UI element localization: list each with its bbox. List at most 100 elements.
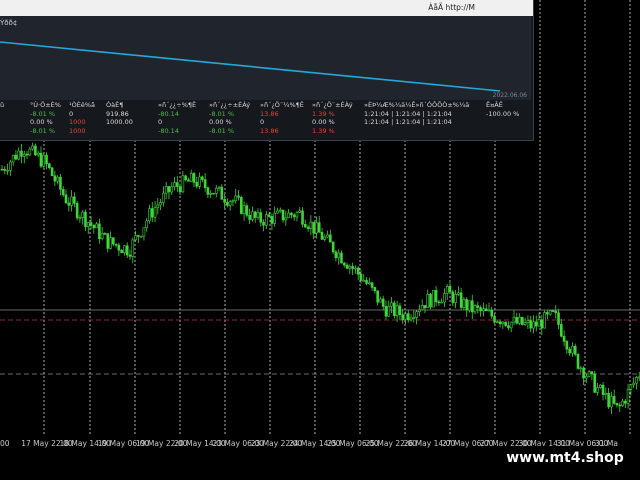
equity-graph-date: 2022.06.06: [492, 92, 527, 99]
candle-body: [323, 236, 327, 240]
candle-body: [568, 348, 571, 354]
candle-body: [273, 212, 276, 224]
candle-body: [373, 287, 377, 292]
stats-cell: 0: [260, 118, 265, 126]
candle-body: [571, 345, 574, 354]
candle-body: [320, 232, 324, 240]
candle-body: [379, 298, 382, 303]
candle-body: [106, 233, 110, 249]
candle-body: [585, 375, 588, 379]
candle-body: [48, 163, 51, 169]
candle-body: [351, 266, 354, 269]
candle-body: [501, 321, 505, 325]
candle-body: [73, 196, 76, 204]
candle-body: [167, 186, 171, 193]
panel-url-text[interactable]: ÀåÃ http://M: [428, 3, 475, 12]
candle-body: [573, 345, 577, 355]
candle-body: [476, 305, 480, 308]
candle-body: [493, 315, 496, 323]
candle-body: [203, 179, 207, 188]
candle-body: [593, 373, 596, 393]
candle-body: [284, 217, 288, 221]
stats-cell: 919.86: [106, 109, 129, 118]
candle-body: [253, 211, 257, 218]
candle-body: [565, 341, 569, 350]
candle-body: [368, 282, 371, 285]
candle-body: [36, 152, 40, 156]
candle-body: [270, 216, 274, 224]
candle-body: [231, 200, 235, 203]
candle-body: [532, 321, 535, 329]
candle-body: [401, 314, 404, 320]
candle-body: [596, 387, 599, 393]
candle-body: [384, 306, 388, 317]
candle-body: [92, 224, 96, 229]
candle-body: [184, 175, 187, 181]
candle-body: [95, 223, 98, 229]
stats-column-5: »ñ´¿¿÷±ÈÀý -8.01 % 0.00 % -8.01 %: [209, 101, 250, 135]
candle-body: [125, 245, 129, 256]
stats-cell: 0: [69, 109, 74, 118]
candle-body: [114, 243, 118, 246]
candle-body: [560, 324, 563, 337]
stats-column-3: ÓàÊ¶ 919.86 1000.00: [106, 101, 133, 135]
candle-body: [223, 199, 226, 203]
candle-body: [443, 293, 446, 303]
candle-body: [276, 210, 279, 214]
candle-body: [265, 214, 268, 226]
stats-column-4: »ñ´¿¿÷%¶Ê -80.14 0 -80.14: [158, 101, 196, 135]
candle-body: [398, 305, 402, 315]
candle-body: [128, 254, 132, 257]
candle-body: [201, 176, 204, 180]
candle-body: [454, 294, 457, 303]
candle-body: [521, 316, 524, 325]
candle-body: [39, 152, 43, 167]
candle-body: [301, 210, 304, 225]
stats-column-header: °Ù·Ö±È%: [30, 101, 61, 109]
candle-body: [187, 179, 190, 182]
candle-body: [248, 214, 251, 220]
candle-body: [259, 212, 263, 223]
candle-body: [426, 294, 430, 309]
candle-body: [554, 310, 558, 314]
stats-cell: 1000: [69, 118, 86, 126]
candle-body: [28, 148, 32, 156]
candle-body: [395, 305, 399, 316]
stats-cell: 1000: [69, 126, 86, 135]
candle-body: [543, 312, 546, 329]
candle-body: [409, 317, 413, 321]
candle-body: [306, 226, 310, 229]
stats-cell: [364, 127, 469, 136]
candle-body: [445, 286, 449, 294]
candle-body: [156, 204, 160, 209]
stats-cell: [486, 118, 519, 127]
candle-body: [312, 221, 315, 234]
candle-body: [98, 223, 101, 239]
stats-cell: 13.86: [260, 109, 279, 118]
candle-body: [256, 212, 260, 218]
candle-body: [487, 309, 491, 312]
stats-column-8: »ÈÞ¼Æ%¼ä¼Ê»ñ´ÓÔÕÒ±%¼ä 1:21:04 | 1:21:04 |…: [364, 101, 469, 135]
candle-body: [393, 302, 396, 316]
equity-line: [0, 41, 501, 92]
candle-body: [473, 305, 477, 313]
candle-body: [112, 237, 115, 245]
stats-column-6: »ñ´¿Ö¨¼%¶Ê 13.86 0 13.86: [260, 101, 304, 135]
stats-cell: 1:21:04 | 1:21:04 | 1:21:04: [364, 109, 452, 118]
candle-body: [45, 154, 48, 165]
stats-cell: 0: [158, 118, 163, 126]
candle-body: [579, 367, 583, 370]
candle-body: [465, 299, 468, 311]
candle-body: [423, 305, 427, 309]
candle-body: [317, 222, 321, 233]
candle-body: [164, 186, 168, 194]
stats-cell: [106, 127, 133, 136]
candle-body: [590, 371, 594, 375]
candle-body: [178, 186, 182, 193]
candle-body: [418, 309, 421, 312]
candle-body: [557, 312, 560, 325]
equity-line-svg: [0, 41, 501, 92]
candle-body: [512, 317, 516, 323]
stats-column-header: û: [0, 101, 5, 109]
candle-body: [192, 173, 196, 183]
